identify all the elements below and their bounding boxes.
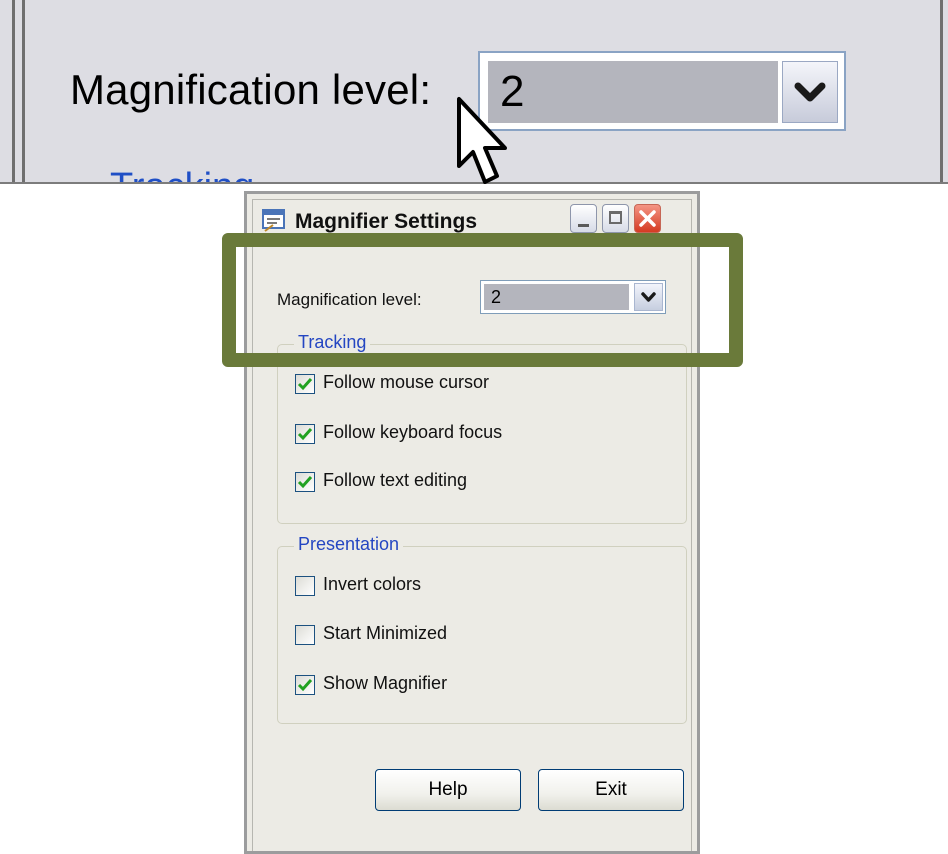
zoom-dropdown-button[interactable] [782,61,838,123]
follow-mouse-cursor-checkbox[interactable] [295,374,315,394]
checkmark-icon [297,679,313,692]
zoom-magnification-label: Magnification level: [70,66,432,113]
checkmark-icon [297,476,313,489]
follow-keyboard-focus-label: Follow keyboard focus [323,422,503,442]
checkmark-icon [297,378,313,391]
zoom-border-left [12,0,15,184]
exit-button[interactable]: Exit [538,769,684,811]
magnifier-app-icon [262,209,285,232]
follow-text-editing-label: Follow text editing [323,470,468,490]
follow-mouse-cursor-label: Follow mouse cursor [323,372,490,392]
help-button[interactable]: Help [375,769,521,811]
show-magnifier-checkbox[interactable] [295,675,315,695]
chevron-down-icon [794,82,826,102]
zoom-border-left-inner [22,0,25,184]
checkmark-icon [297,428,313,441]
zoom-border-right [940,0,943,184]
magnified-view: Magnification level: 2 Tracking [0,0,948,184]
presentation-group: Presentation Invert colors Start Minimiz… [277,534,687,724]
show-magnifier-label: Show Magnifier [323,673,448,693]
start-minimized-checkbox[interactable] [295,625,315,645]
arrow-pointer-icon [457,97,507,184]
presentation-group-title: Presentation [294,534,404,555]
zoom-magnification-dropdown[interactable]: 2 [478,51,846,131]
invert-colors-checkbox[interactable] [295,576,315,596]
close-icon [639,210,656,227]
start-minimized-label: Start Minimized [323,623,448,643]
invert-colors-label: Invert colors [323,574,422,594]
highlight-frame [222,233,743,367]
maximize-button[interactable] [602,204,629,233]
tracking-group: Tracking Follow mouse cursor Follow keyb… [277,332,687,524]
zoom-dropdown-field: 2 [488,61,778,123]
close-button[interactable] [634,204,661,233]
follow-text-editing-checkbox[interactable] [295,472,315,492]
follow-keyboard-focus-checkbox[interactable] [295,424,315,444]
minimize-button[interactable] [570,204,597,233]
dialog-title: Magnifier Settings [295,210,478,233]
